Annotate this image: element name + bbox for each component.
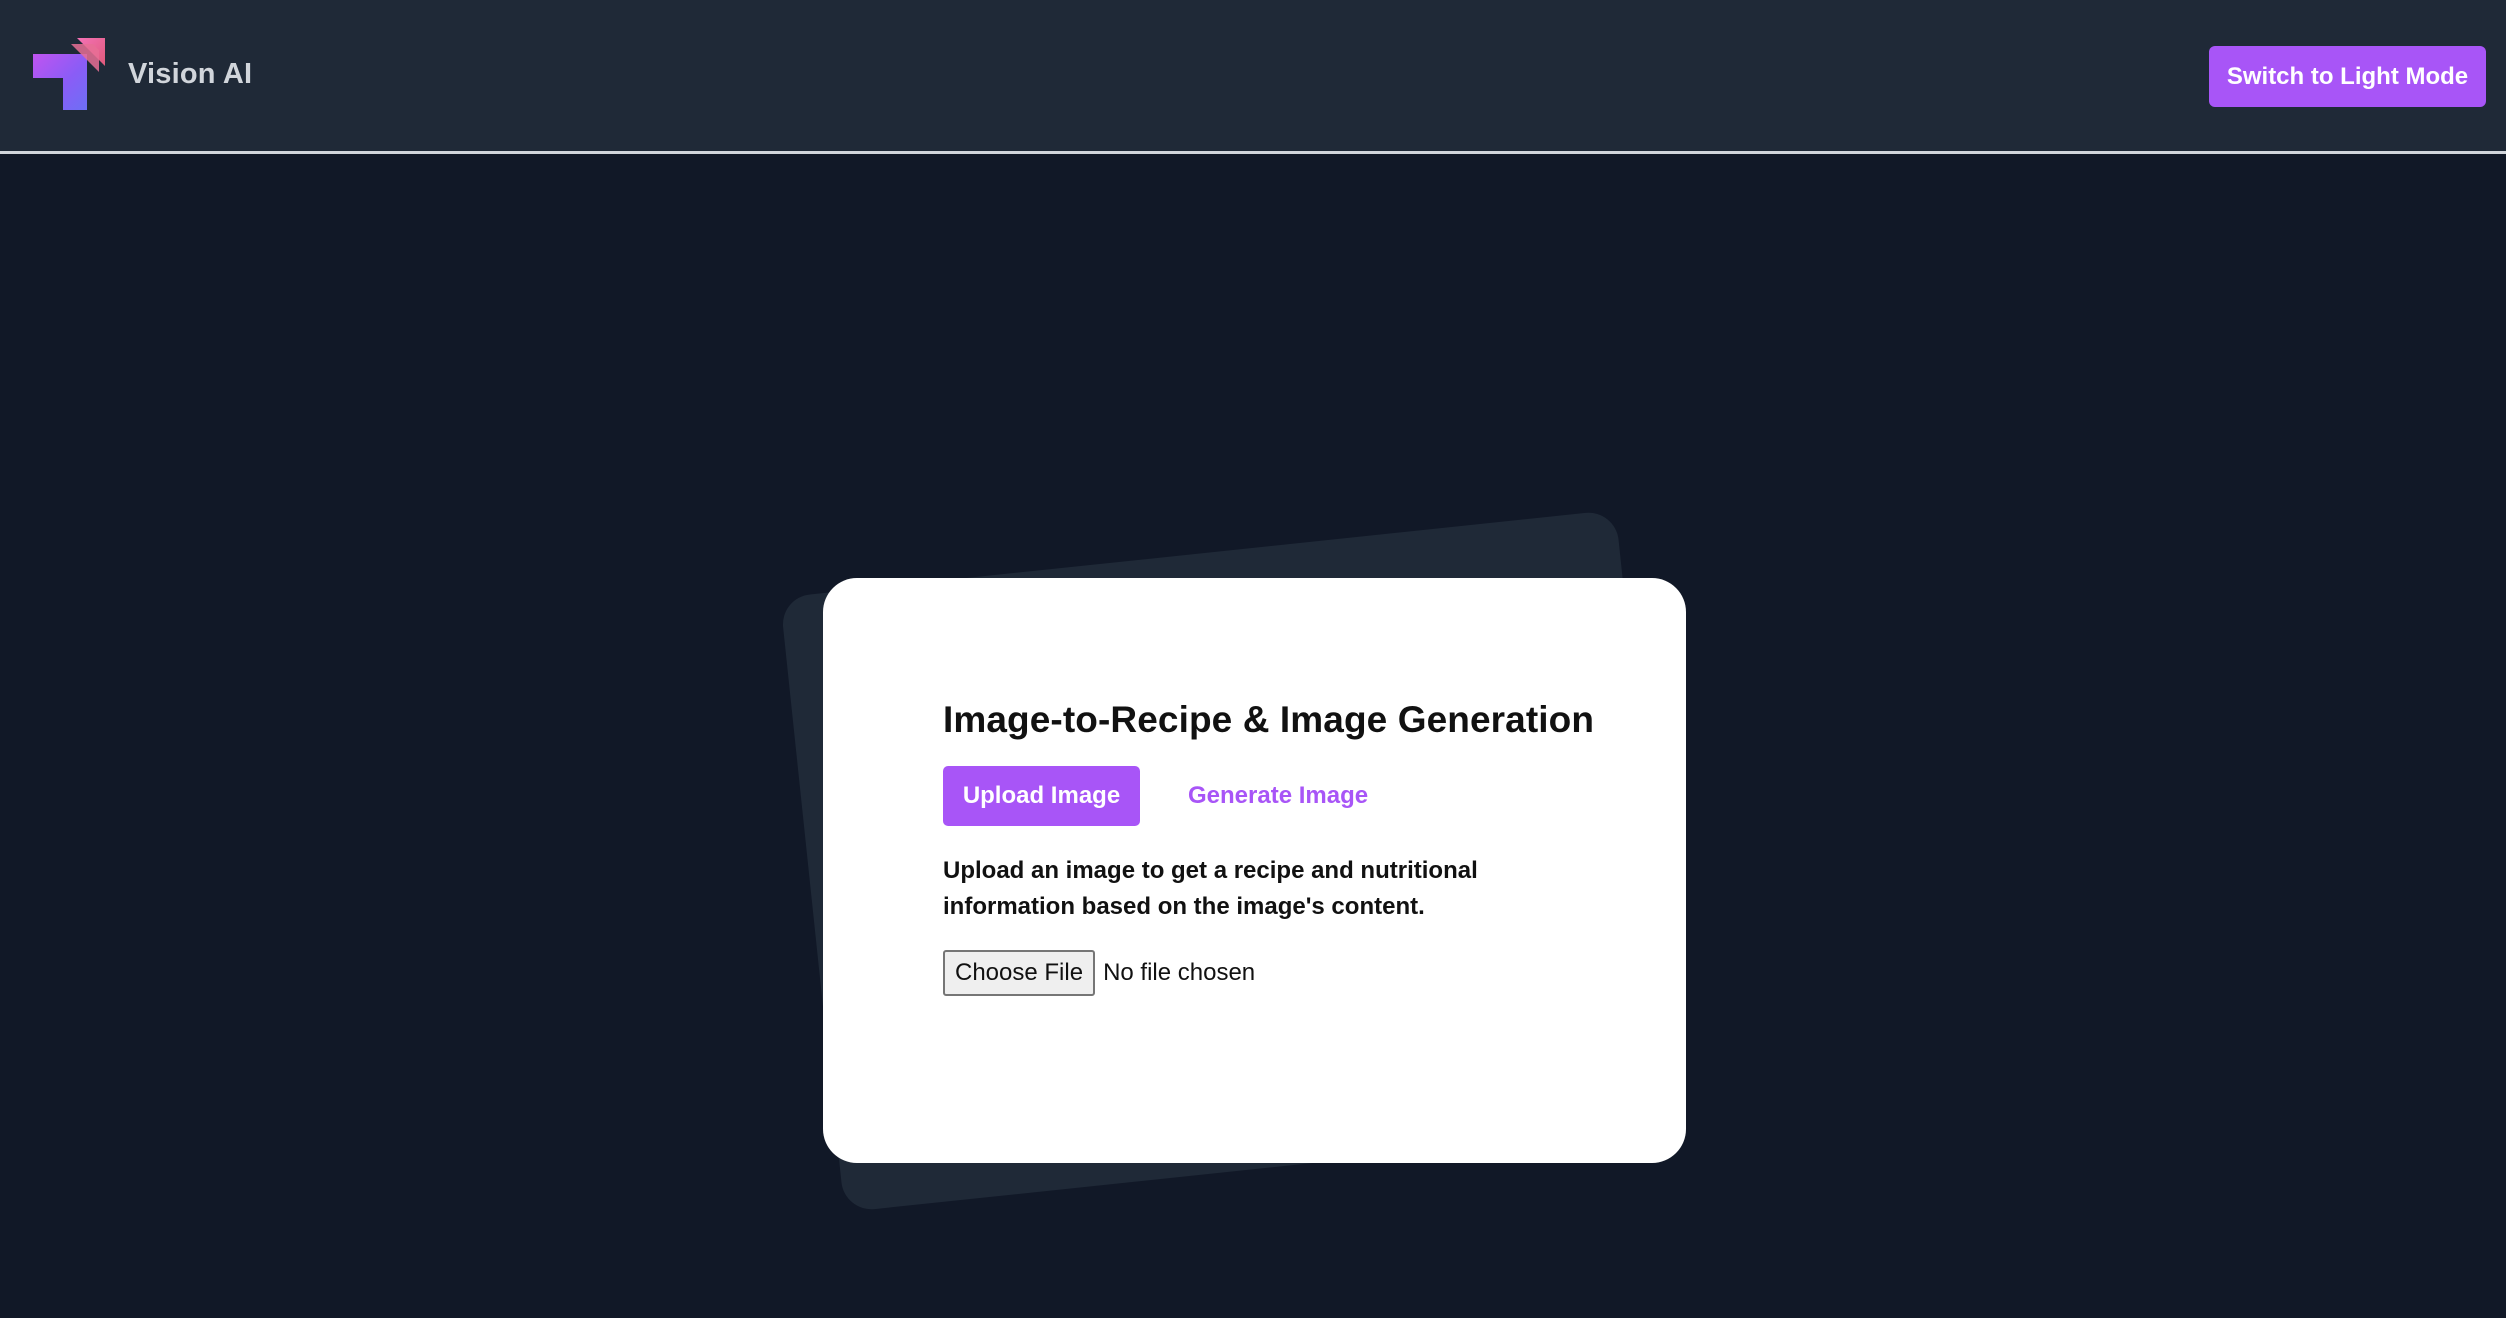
top-navbar: Vision AI Switch to Light Mode bbox=[0, 0, 2506, 154]
file-input[interactable]: Choose File No file chosen bbox=[943, 950, 1686, 997]
app-name: Vision AI bbox=[128, 57, 253, 90]
choose-file-button[interactable]: Choose File bbox=[943, 950, 1096, 997]
upload-description: Upload an image to get a recipe and nutr… bbox=[943, 857, 1478, 921]
vision-ai-logo-icon bbox=[33, 38, 105, 110]
switch-theme-button[interactable]: Switch to Light Mode bbox=[2209, 46, 2486, 107]
file-status-text: No file chosen bbox=[1103, 959, 1256, 987]
brand[interactable]: Vision AI bbox=[33, 38, 252, 110]
main-card: Image-to-Recipe & Image Generation Uploa… bbox=[823, 578, 1686, 1163]
card-title: Image-to-Recipe & Image Generation bbox=[943, 699, 1595, 740]
tab-generate-image[interactable]: Generate Image bbox=[1164, 766, 1392, 826]
mode-tabs: Upload Image Generate Image bbox=[943, 766, 1686, 827]
tab-upload-image[interactable]: Upload Image bbox=[943, 766, 1140, 827]
